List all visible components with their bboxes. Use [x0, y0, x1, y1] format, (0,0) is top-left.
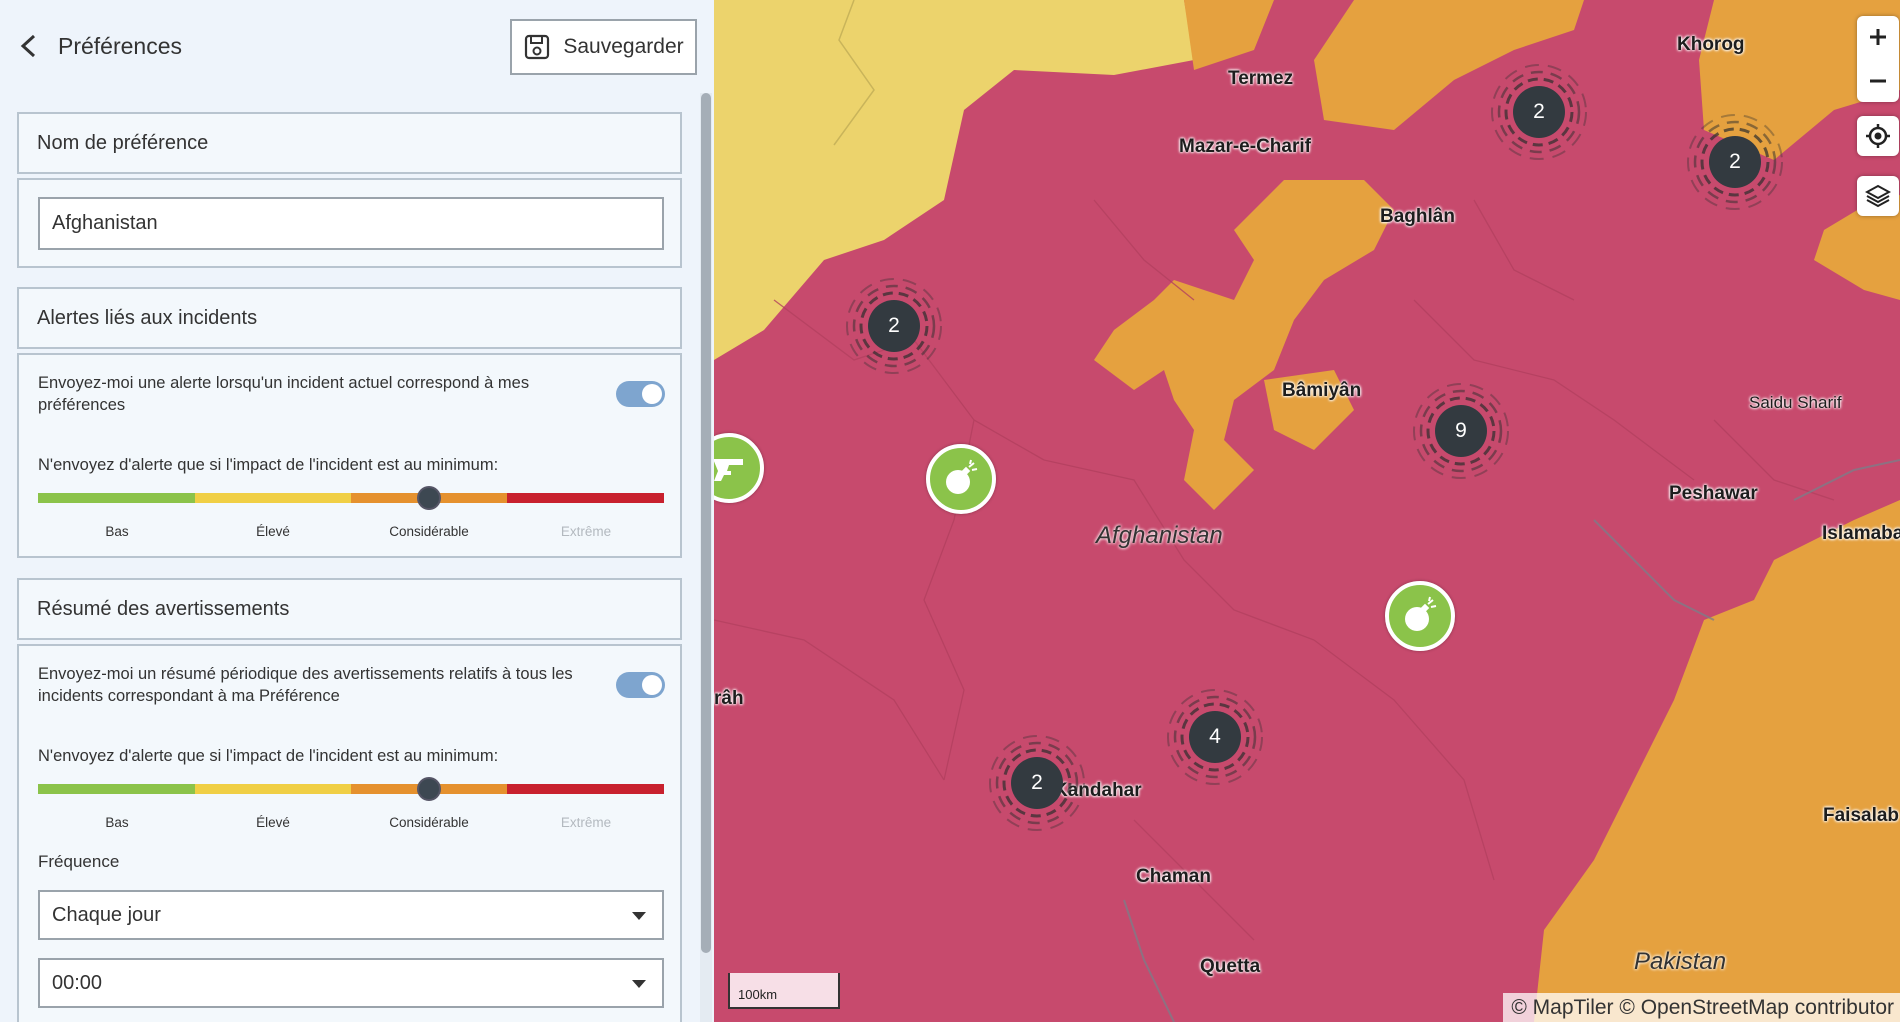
country-label: Afghanistan [1096, 522, 1223, 549]
frequency-label: Fréquence [38, 852, 120, 871]
preference-name-header: Nom de préférence [17, 112, 682, 174]
bomb-icon [946, 459, 978, 494]
layers-icon [1865, 184, 1891, 208]
preference-name-title: Nom de préférence [37, 132, 209, 154]
summary-impact-slider[interactable] [38, 777, 664, 801]
frequency-select[interactable]: Chaque jour [38, 890, 664, 940]
level-label-high: Élevé [256, 815, 290, 830]
time-select[interactable]: 00:00 [38, 958, 664, 1008]
cluster-count: 2 [888, 314, 900, 337]
toggle-knob [642, 384, 662, 404]
panel-scrollbar[interactable] [700, 93, 712, 1022]
incident-alerts-title: Alertes liés aux incidents [37, 307, 258, 329]
preferences-panel: Préférences Sauvegarder Nom de préférenc… [0, 0, 714, 1022]
city-label: Termez [1228, 68, 1294, 89]
city-label: râh [714, 688, 744, 709]
incident-cluster[interactable]: 2 [1484, 57, 1594, 167]
caret-down-icon [632, 912, 646, 920]
incident-alert-toggle-text: Envoyez-moi une alerte lorsqu'un inciden… [38, 374, 530, 414]
incident-marker-bomb[interactable] [926, 444, 996, 514]
level-label-low: Bas [105, 815, 129, 830]
country-label: Pakistan [1634, 948, 1727, 975]
chevron-left-icon [20, 34, 36, 58]
slider-thumb[interactable] [417, 777, 441, 801]
city-label: Chaman [1136, 866, 1211, 887]
app-window: Préférences Sauvegarder Nom de préférenc… [0, 0, 1900, 1022]
summary-toggle-text: Envoyez-moi un résumé périodique des ave… [38, 665, 573, 705]
level-label-high: Élevé [256, 524, 290, 539]
map-scale-bar: 100km [728, 973, 840, 1009]
incident-alerts-header: Alertes liés aux incidents [17, 287, 682, 349]
cluster-count: 2 [1729, 150, 1741, 173]
level-label-considerable: Considérable [389, 815, 469, 830]
incident-impact-text: N'envoyez d'alerte que si l'impact de l'… [38, 456, 499, 474]
incident-alert-toggle[interactable] [616, 381, 665, 407]
level-segment-low [38, 784, 195, 794]
incident-cluster[interactable]: 4 [1160, 682, 1270, 792]
incident-alerts-card: Envoyez-moi une alerte lorsqu'un inciden… [17, 353, 682, 558]
layers-button[interactable] [1857, 176, 1899, 216]
incident-marker-bomb[interactable] [1385, 581, 1455, 651]
city-label: Faisalab [1823, 805, 1900, 826]
zoom-controls [1857, 16, 1899, 102]
city-label: Peshawar [1669, 483, 1758, 504]
city-label: Saidu Sharif [1749, 393, 1842, 412]
level-label-extreme: Extrême [560, 524, 612, 539]
city-label: Baghlân [1380, 206, 1455, 227]
floppy-disk-icon [525, 34, 550, 60]
city-label: Quetta [1200, 956, 1261, 977]
city-label: Islamaba [1822, 523, 1900, 544]
level-segment-high [195, 493, 351, 503]
scrollbar-thumb[interactable] [701, 93, 711, 953]
level-label-low: Bas [105, 524, 129, 539]
summary-title: Résumé des avertissements [37, 598, 290, 620]
slider-thumb[interactable] [417, 486, 441, 510]
level-label-extreme: Extrême [560, 815, 612, 830]
summary-card: Envoyez-moi un résumé périodique des ave… [17, 644, 682, 1022]
preference-name-input[interactable]: Afghanistan [38, 197, 664, 250]
level-segment-extreme [507, 493, 664, 503]
level-segment-high [195, 784, 351, 794]
save-button[interactable]: Sauvegarder [510, 19, 697, 75]
zoom-out-icon[interactable] [1867, 70, 1889, 92]
city-label: Bâmiyân [1282, 380, 1362, 401]
cluster-count: 2 [1031, 771, 1043, 794]
incident-cluster[interactable]: 2 [1680, 107, 1790, 217]
panel-header: Préférences Sauvegarder [0, 0, 714, 93]
cluster-count: 9 [1455, 419, 1467, 442]
time-value: 00:00 [52, 971, 103, 994]
save-button-label: Sauvegarder [563, 35, 684, 58]
incident-cluster[interactable]: 2 [839, 271, 949, 381]
incident-cluster[interactable]: 9 [1406, 376, 1516, 486]
summary-toggle[interactable] [616, 672, 665, 698]
city-label: Mazar-e-Charif [1179, 136, 1311, 157]
level-segment-low [38, 493, 195, 503]
page-title: Préférences [58, 32, 183, 59]
crosshair-icon [1866, 124, 1890, 148]
map-attribution[interactable]: © MapTiler © OpenStreetMap contributor [1503, 993, 1900, 1022]
incident-impact-slider[interactable] [38, 486, 664, 510]
incident-cluster[interactable]: 2 [982, 728, 1092, 838]
summary-header: Résumé des avertissements [17, 578, 682, 640]
bomb-icon [1405, 596, 1437, 631]
frequency-value: Chaque jour [52, 903, 161, 926]
back-button[interactable]: Préférences [14, 30, 182, 62]
cluster-count: 2 [1533, 100, 1545, 123]
summary-impact-text: N'envoyez d'alerte que si l'impact de l'… [38, 747, 499, 765]
preference-name-card: Afghanistan [17, 178, 682, 268]
map-view[interactable]: Termez Khorog Mazar-e-Charif Baghlân Bâm… [714, 0, 1900, 1022]
locate-button[interactable] [1857, 116, 1899, 156]
gun-icon [714, 459, 743, 481]
toggle-knob [642, 675, 662, 695]
cluster-count: 4 [1209, 725, 1221, 748]
city-label: Khorog [1677, 34, 1745, 55]
zoom-in-icon[interactable] [1867, 26, 1889, 48]
level-label-considerable: Considérable [389, 524, 469, 539]
caret-down-icon [632, 980, 646, 988]
level-segment-extreme [507, 784, 664, 794]
